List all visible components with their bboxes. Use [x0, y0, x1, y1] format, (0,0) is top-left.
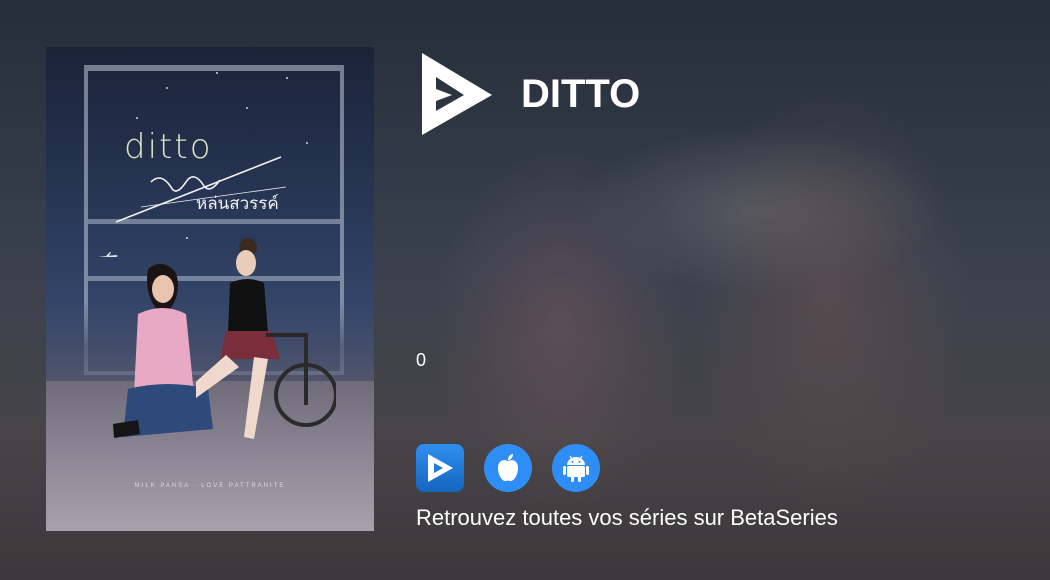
betaseries-logo-icon: [428, 454, 453, 482]
show-title: DITTO: [521, 72, 641, 116]
poster-figure-ballerina: [196, 238, 336, 439]
poster-credits: MILK PANSA · LOVE PATTRANITE: [134, 483, 286, 489]
betaseries-logo-icon[interactable]: [418, 49, 496, 137]
tagline: Retrouvez toutes vos séries sur BetaSeri…: [416, 505, 838, 530]
poster-star: [246, 107, 248, 109]
poster-star: [286, 77, 288, 79]
show-poster[interactable]: ditto หล่นสวรรค์ MILK PANSA · LOVE PATTR…: [46, 47, 374, 531]
betaseries-app-button[interactable]: [416, 444, 464, 492]
rating-count: 0: [416, 350, 427, 370]
poster-star: [166, 87, 168, 89]
poster-star: [306, 142, 308, 144]
poster-star: [136, 117, 138, 119]
poster-star: [186, 237, 188, 239]
app-store-button[interactable]: [484, 444, 532, 492]
android-icon: [563, 455, 589, 482]
poster-thai-subtitle: หล่นสวรรค์: [196, 194, 279, 214]
apple-icon: [498, 454, 518, 482]
poster-star: [216, 72, 218, 74]
google-play-button[interactable]: [552, 444, 600, 492]
